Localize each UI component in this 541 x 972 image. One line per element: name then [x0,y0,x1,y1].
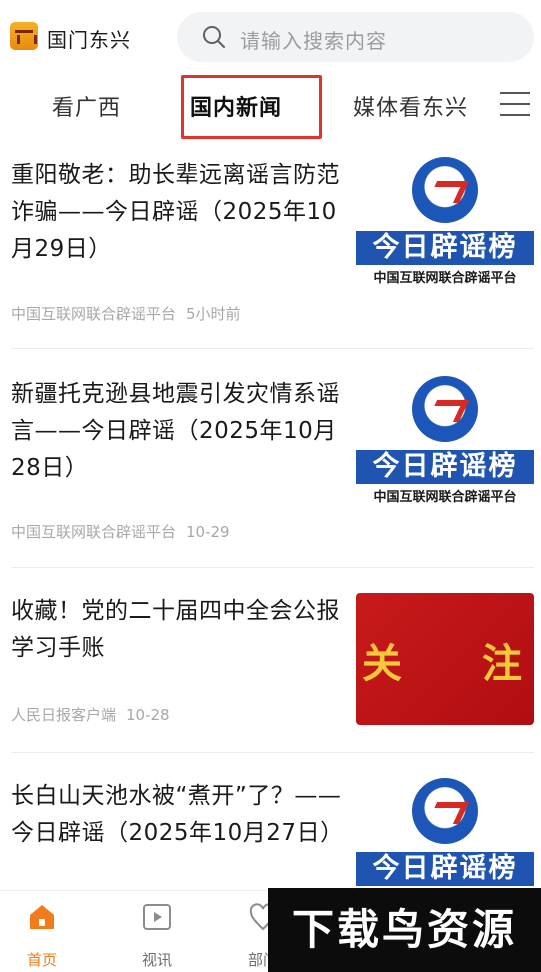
thumb-banner: 今日辟谣榜 [356,852,534,886]
video-icon [143,904,171,930]
rumor-platform-logo-icon [412,157,478,223]
news-title[interactable]: 重阳敬老：助长辈远离谣言防范诈骗——今日辟谣（2025年10月29日） [11,157,346,268]
news-source: 人民日报客户端 [11,706,117,724]
rumor-platform-logo-icon [412,376,478,442]
news-meta: 中国互联网联合辟谣平台 5小时前 [11,303,241,324]
news-title[interactable]: 长白山天池水被“煮开”了？——今日辟谣（2025年10月27日） [11,778,346,852]
news-title[interactable]: 新疆托克逊县地震引发灾情系谣言——今日辟谣（2025年10月28日） [11,376,346,487]
tab-guangxi[interactable]: 看广西 [52,90,121,122]
search-input[interactable]: 请输入搜索内容 [177,12,534,62]
news-time: 10-29 [186,523,230,541]
news-item[interactable]: 重阳敬老：助长辈远离谣言防范诈骗——今日辟谣（2025年10月29日） 今日辟谣… [0,157,541,349]
app-logo-icon [10,22,38,50]
thumb-banner: 今日辟谣榜 [356,450,534,484]
news-source: 中国互联网联合辟谣平台 [11,523,177,541]
news-meta: 中国互联网联合辟谣平台 10-29 [11,521,230,542]
nav-home-label: 首页 [26,951,57,969]
category-tabs: 看广西 国内新闻 媒体看东兴 [0,74,541,140]
nav-home[interactable]: 首页 [2,891,82,972]
app-title: 国门东兴 [47,28,131,52]
nav-video-label: 视讯 [141,951,172,969]
divider [11,752,534,753]
thumb-banner: 今日辟谣榜 [356,231,534,265]
thumb-caption: 中国互联网联合辟谣平台 [373,490,517,505]
news-time: 10-28 [126,706,170,724]
news-thumbnail[interactable]: 今日辟谣榜 中国互联网联合辟谣平台 [356,157,534,287]
thumb-word: 关 [362,641,402,687]
thumb-word: 注 [482,641,522,687]
news-item[interactable]: 长白山天池水被“煮开”了？——今日辟谣（2025年10月27日） 今日辟谣榜 [0,778,541,890]
app-header: 国门东兴 请输入搜索内容 [0,0,541,74]
rumor-platform-logo-icon [412,778,478,844]
divider [11,567,534,568]
nav-video[interactable]: 视讯 [117,891,197,972]
news-time: 5小时前 [186,305,241,323]
thumb-caption: 中国互联网联合辟谣平台 [373,271,517,286]
watermark-overlay: 下载鸟资源 [268,888,541,972]
search-placeholder: 请输入搜索内容 [240,29,387,53]
tab-domestic-news[interactable]: 国内新闻 [190,90,282,122]
news-thumbnail[interactable]: 关 注 [356,593,534,725]
menu-icon[interactable] [500,89,532,119]
news-meta: 人民日报客户端 10-28 [11,704,170,725]
search-icon [203,26,225,48]
news-source: 中国互联网联合辟谣平台 [11,305,177,323]
tab-media-dongxing[interactable]: 媒体看东兴 [353,90,468,122]
divider [11,348,534,349]
news-thumbnail[interactable]: 今日辟谣榜 中国互联网联合辟谣平台 [356,376,534,506]
home-icon [30,905,54,929]
news-item[interactable]: 收藏！党的二十届四中全会公报学习手账 关 注 人民日报客户端 10-28 [0,593,541,753]
news-title[interactable]: 收藏！党的二十届四中全会公报学习手账 [11,593,346,667]
news-item[interactable]: 新疆托克逊县地震引发灾情系谣言——今日辟谣（2025年10月28日） 今日辟谣榜… [0,376,541,568]
news-thumbnail[interactable]: 今日辟谣榜 [356,778,534,890]
